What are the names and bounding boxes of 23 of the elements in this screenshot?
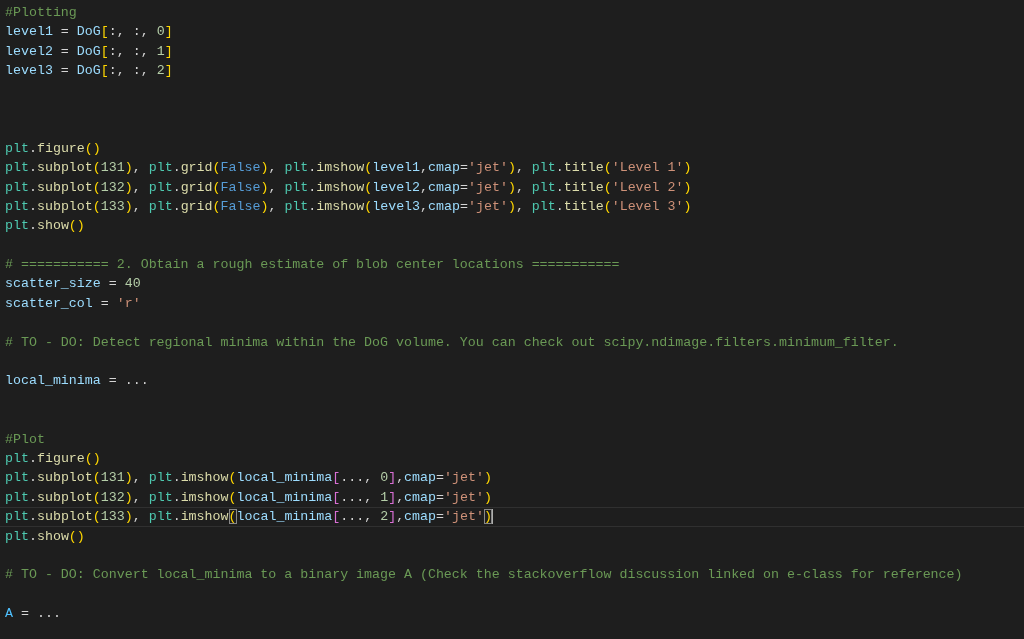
code-line: level3 = DoG[:, :, 2] [5, 62, 173, 81]
code-line: plt.subplot(133), plt.grid(False), plt.imshow(level3,cmap='jet'), plt.title('Level 3') [5, 197, 692, 216]
code-line: #Plotting [5, 4, 77, 22]
text-cursor [491, 509, 493, 525]
code-line: level2 = DoG[:, :, 1] [5, 42, 173, 61]
code-line: # TO - DO: Convert local_minima to a binary image A (Check the stackoverflow discussion linked on e-class for reference) [5, 566, 963, 585]
code-line: plt.subplot(131), plt.imshow(local_minima[..., 0],cmap='jet') [5, 469, 492, 488]
code-line: plt.show() [5, 527, 85, 546]
code-line: plt.show() [5, 217, 85, 236]
code-line: #Plot [5, 430, 45, 449]
code-line: scatter_size = 40 [5, 275, 141, 294]
code-line: # =========== 2. Obtain a rough estimate of blob center locations =========== [5, 256, 620, 275]
code-line: # TO - DO: Detect regional minima within the DoG volume. You can check out scipy.ndimage.filters.minimum_filter. [5, 333, 899, 352]
code-line: level1 = DoG[:, :, 0] [5, 23, 173, 42]
code-line: plt.figure() [5, 450, 101, 468]
code-line: plt.subplot(132), plt.grid(False), plt.imshow(level2,cmap='jet'), plt.title('Level 2') [5, 178, 692, 197]
code-line: scatter_col = 'r' [5, 294, 141, 313]
code-line: plt.subplot(133), plt.imshow(local_minima[..., 2],cmap='jet') [5, 508, 492, 526]
code-line: local_minima = ... [5, 372, 149, 391]
code-line: plt.subplot(132), plt.imshow(local_minima[..., 1],cmap='jet') [5, 488, 492, 507]
code-line: plt.figure() [5, 139, 101, 158]
code-line: A = ... [5, 605, 61, 624]
code-line: plt.subplot(131), plt.grid(False), plt.imshow(level1,cmap='jet'), plt.title('Level 1') [5, 159, 692, 178]
